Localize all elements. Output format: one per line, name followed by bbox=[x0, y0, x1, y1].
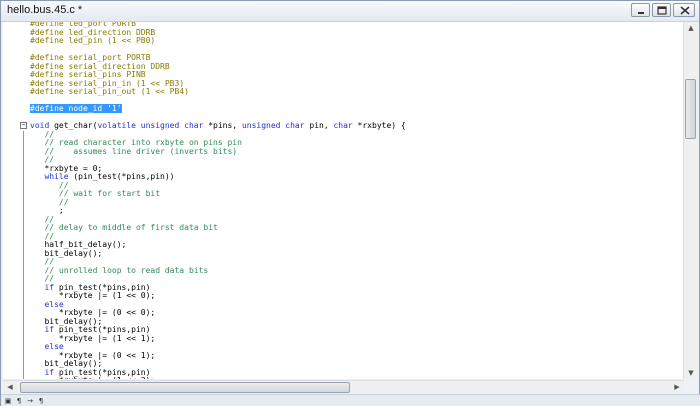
fold-guide bbox=[23, 156, 24, 165]
fold-guide bbox=[23, 164, 24, 173]
code-line[interactable]: *rxbyte |= (1 << 0); bbox=[3, 291, 684, 301]
code-text: #define node_id '1' bbox=[30, 104, 122, 114]
scroll-up-arrow-icon[interactable]: ▲ bbox=[685, 22, 697, 34]
code-line[interactable]: bit_delay(); bbox=[3, 249, 684, 258]
horizontal-scrollbar[interactable]: ◀ ▶ bbox=[3, 380, 684, 394]
fold-guide bbox=[23, 360, 24, 369]
code-line[interactable]: ; bbox=[3, 206, 684, 216]
code-token: // delay to middle of first data bit bbox=[30, 223, 218, 232]
fold-guide bbox=[23, 130, 24, 139]
code-line[interactable]: *rxbyte |= (0 << 1); bbox=[3, 351, 684, 360]
fold-guide bbox=[23, 241, 24, 250]
code-token: volatile unsigned char bbox=[97, 121, 204, 130]
code-line[interactable]: *rxbyte |= (1 << 2); bbox=[3, 376, 684, 379]
code-token: #define node_id '1' bbox=[30, 104, 122, 113]
fold-guide bbox=[23, 173, 24, 182]
fold-guide bbox=[23, 207, 24, 216]
code-line[interactable]: // bbox=[3, 155, 684, 165]
code-text: *rxbyte |= (1 << 2); bbox=[30, 376, 155, 379]
close-icon bbox=[680, 6, 690, 15]
horizontal-scroll-thumb[interactable] bbox=[20, 382, 350, 393]
fold-guide bbox=[23, 309, 24, 318]
paragraph-icon[interactable]: ¶ bbox=[15, 397, 23, 405]
code-token: char bbox=[333, 121, 353, 130]
code-line[interactable]: // bbox=[3, 198, 684, 207]
code-editor[interactable]: #define led_port PORTB #define led_direct… bbox=[3, 22, 684, 379]
code-token: unsigned char bbox=[241, 121, 305, 130]
fold-guide bbox=[23, 300, 24, 309]
code-line[interactable]: − void get_char(volatile unsigned char *p… bbox=[3, 121, 684, 131]
code-line[interactable]: #define serial_pin_out (1 << PB4) bbox=[3, 87, 684, 97]
minimize-icon bbox=[638, 12, 644, 14]
code-token: *rxbyte) { bbox=[352, 121, 406, 130]
fold-guide bbox=[23, 368, 24, 377]
fold-guide bbox=[23, 317, 24, 326]
status-bar: ▣ ¶ → ¶ bbox=[1, 394, 700, 406]
code-line[interactable]: // unrolled loop to read data bits bbox=[3, 265, 684, 276]
code-line[interactable]: // wait for start bit bbox=[3, 189, 684, 199]
fold-guide bbox=[23, 351, 24, 360]
code-token: (pin_test(*pins,pin)) bbox=[68, 172, 175, 181]
vertical-scroll-thumb[interactable] bbox=[685, 79, 696, 139]
window-controls bbox=[631, 3, 695, 17]
vertical-scrollbar[interactable]: ▲ ▼ bbox=[683, 22, 698, 379]
code-line[interactable]: #define led_pin (1 << PB0) bbox=[3, 36, 684, 46]
code-token: #define led_pin (1 << PB0) bbox=[30, 36, 156, 45]
maximize-button[interactable] bbox=[652, 3, 671, 17]
fold-guide bbox=[23, 258, 24, 267]
fold-guide bbox=[23, 198, 24, 207]
code-text: // unrolled loop to read data bits bbox=[30, 265, 209, 276]
scroll-left-arrow-icon[interactable]: ◀ bbox=[4, 381, 16, 393]
fold-guide bbox=[23, 343, 24, 352]
code-token: pin, bbox=[304, 121, 334, 130]
fold-guide bbox=[23, 232, 24, 241]
code-token: *rxbyte |= (1 << 2); bbox=[30, 376, 155, 379]
code-line[interactable]: half_bit_delay(); bbox=[3, 240, 684, 250]
code-line[interactable]: // delay to middle of first data bit bbox=[3, 223, 684, 233]
code-token: #define serial_pin_out (1 << PB4) bbox=[30, 87, 189, 96]
code-text: #define serial_pin_out (1 << PB4) bbox=[30, 87, 189, 97]
code-line[interactable]: *rxbyte |= (0 << 0); bbox=[3, 308, 684, 318]
title-bar[interactable]: hello.bus.45.c * bbox=[1, 1, 699, 22]
code-token: *pins, bbox=[203, 121, 242, 130]
fold-guide bbox=[23, 377, 24, 379]
fold-guide bbox=[23, 275, 24, 284]
minimize-button[interactable] bbox=[631, 3, 650, 17]
scroll-right-arrow-icon[interactable]: ▶ bbox=[671, 381, 683, 393]
code-token: // assumes line driver (inverts bits) bbox=[30, 146, 238, 156]
fold-guide bbox=[23, 215, 24, 224]
code-text: // assumes line driver (inverts bits) bbox=[30, 146, 238, 157]
code-line[interactable]: *rxbyte |= (1 << 1); bbox=[3, 334, 684, 343]
fold-guide bbox=[23, 181, 24, 190]
fold-toggle-icon[interactable]: − bbox=[20, 122, 27, 129]
wrap-toggle-icon[interactable]: ▣ bbox=[4, 397, 12, 405]
fold-guide bbox=[23, 249, 24, 258]
fold-guide bbox=[23, 326, 24, 335]
fold-guide bbox=[23, 283, 24, 292]
window-title: hello.bus.45.c * bbox=[7, 4, 83, 16]
code-token: // unrolled loop to read data bits bbox=[30, 265, 209, 275]
arrow-right-icon[interactable]: → bbox=[26, 397, 34, 405]
code-area[interactable]: #define led_port PORTB #define led_direct… bbox=[3, 22, 684, 379]
code-line[interactable]: #define node_id '1' bbox=[3, 104, 684, 114]
code-line[interactable]: // assumes line driver (inverts bits) bbox=[3, 146, 684, 157]
maximize-icon bbox=[657, 6, 667, 15]
editor-window: hello.bus.45.c * #define led_port PORTB #… bbox=[0, 0, 700, 406]
fold-guide bbox=[23, 147, 24, 156]
fold-guide bbox=[23, 190, 24, 199]
fold-guide bbox=[23, 224, 24, 233]
scroll-down-arrow-icon[interactable]: ▼ bbox=[685, 367, 697, 379]
code-text: void get_char(volatile unsigned char *pi… bbox=[30, 121, 406, 131]
fold-guide bbox=[23, 139, 24, 148]
code-line[interactable]: while (pin_test(*pins,pin)) bbox=[3, 172, 684, 182]
pilcrow-icon[interactable]: ¶ bbox=[37, 397, 45, 405]
code-token: get_char( bbox=[49, 121, 98, 130]
close-button[interactable] bbox=[673, 3, 695, 17]
fold-guide bbox=[23, 334, 24, 343]
code-text: #define led_pin (1 << PB0) bbox=[30, 36, 156, 46]
code-text: // delay to middle of first data bit bbox=[30, 223, 218, 233]
fold-guide bbox=[23, 292, 24, 301]
fold-guide bbox=[23, 266, 24, 275]
